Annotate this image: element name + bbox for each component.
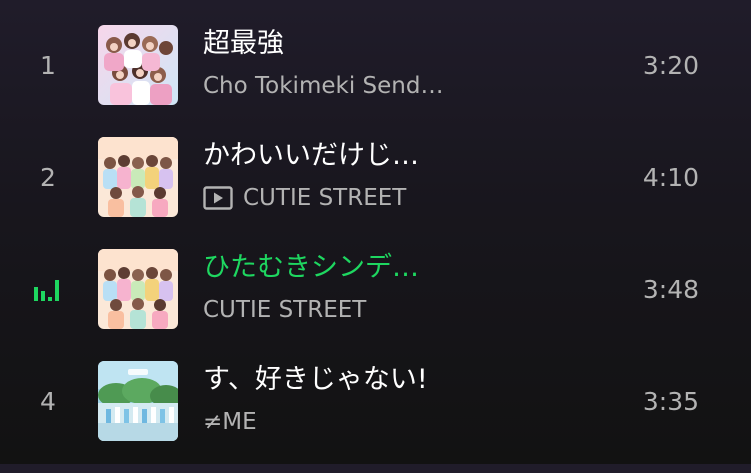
- album-art: [98, 249, 178, 329]
- track-row[interactable]: 4 す、好きじゃない! ≠ME 3:35: [0, 361, 751, 473]
- track-duration: 3:35: [642, 386, 699, 416]
- artist-name[interactable]: Cho Tokimeki Send…: [203, 71, 443, 101]
- track-title[interactable]: かわいいだけじ…: [203, 139, 419, 173]
- track-artist[interactable]: CUTIE STREET: [203, 183, 406, 213]
- track-artist[interactable]: ≠ME: [203, 407, 257, 437]
- track-title[interactable]: 超最強: [203, 27, 284, 61]
- artist-name[interactable]: ≠ME: [203, 407, 257, 437]
- track-number: 2: [40, 162, 56, 192]
- track-row[interactable]: 1 超最強 Cho Tokimeki Send… 3:20: [0, 25, 751, 137]
- track-title[interactable]: す、好きじゃない!: [203, 363, 428, 397]
- video-icon: [203, 186, 233, 210]
- track-list: 1 超最強 Cho Tokimeki Send… 3:20 2 かわいいだけじ……: [0, 0, 751, 464]
- track-duration: 3:48: [642, 274, 699, 304]
- equalizer-icon: [32, 277, 64, 301]
- album-art: [98, 137, 178, 217]
- track-artist[interactable]: CUTIE STREET: [203, 295, 366, 325]
- album-art: [98, 361, 178, 441]
- track-number: 4: [40, 386, 56, 416]
- track-duration: 4:10: [642, 162, 699, 192]
- album-art: [98, 25, 178, 105]
- track-row-playing[interactable]: ひたむきシンデ… CUTIE STREET 3:48: [0, 249, 751, 361]
- track-number: 1: [40, 50, 56, 80]
- track-duration: 3:20: [642, 50, 699, 80]
- track-artist[interactable]: Cho Tokimeki Send…: [203, 71, 443, 101]
- track-title[interactable]: ひたむきシンデ…: [203, 251, 419, 285]
- artist-name[interactable]: CUTIE STREET: [243, 183, 406, 213]
- track-row[interactable]: 2 かわいいだけじ… CUTIE STREET 4:10: [0, 137, 751, 249]
- artist-name[interactable]: CUTIE STREET: [203, 295, 366, 325]
